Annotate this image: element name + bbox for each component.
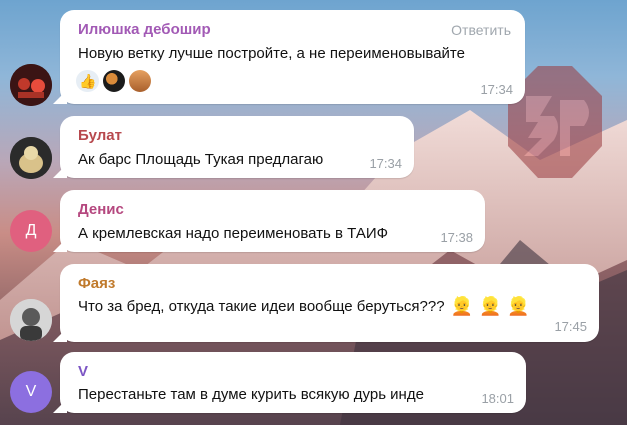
message-sender[interactable]: Илюшка дебошир bbox=[78, 21, 211, 38]
message-text: А кремлевская надо переименовать в ТАИФ bbox=[78, 225, 389, 242]
message-time: 18:01 bbox=[481, 391, 514, 406]
message-sender[interactable]: Фаяз bbox=[78, 275, 115, 292]
reactions-row[interactable]: 👍 bbox=[76, 70, 152, 92]
message-bubble[interactable]: Илюшка дебошир Ответить Новую ветку лучш… bbox=[60, 10, 525, 104]
message-bubble[interactable]: Фаяз Что за бред, откуда такие идеи вооб… bbox=[60, 264, 599, 342]
message-text: Новую ветку лучше постройте, а не переим… bbox=[78, 45, 465, 62]
message-time: 17:34 bbox=[480, 82, 513, 97]
avatar[interactable] bbox=[10, 137, 52, 179]
message-time: 17:34 bbox=[369, 156, 402, 171]
avatar-image-icon bbox=[10, 64, 52, 106]
avatar[interactable]: Д bbox=[10, 210, 52, 252]
avatar-letter: Д bbox=[25, 222, 37, 239]
message-text: Ак барс Площадь Тукая предлагаю bbox=[78, 151, 324, 168]
message-text: Что за бред, откуда такие идеи вообще бе… bbox=[78, 296, 530, 317]
message-sender[interactable]: Денис bbox=[78, 201, 124, 218]
avatar[interactable] bbox=[10, 299, 52, 341]
person-blond-icon: 👱 bbox=[507, 296, 530, 316]
avatar-image-icon bbox=[10, 299, 52, 341]
avatar[interactable]: V bbox=[10, 371, 52, 413]
message-bubble[interactable]: Денис А кремлевская надо переименовать в… bbox=[60, 190, 485, 252]
message-text: Перестаньте там в думе курить всякую дур… bbox=[78, 386, 424, 403]
reaction-avatar bbox=[103, 70, 126, 92]
message-time: 17:45 bbox=[554, 319, 587, 334]
person-blond-icon: 👱 bbox=[450, 296, 473, 316]
avatar-letter: V bbox=[25, 383, 37, 400]
reaction-avatar bbox=[129, 70, 152, 92]
message-body: Что за бред, откуда такие идеи вообще бе… bbox=[78, 298, 445, 315]
avatar-image-icon bbox=[10, 137, 52, 179]
message-bubble[interactable]: V Перестаньте там в думе курить всякую д… bbox=[60, 352, 526, 413]
thumbs-up-reaction[interactable]: 👍 bbox=[76, 70, 100, 92]
thumbs-up-icon: 👍 bbox=[79, 72, 97, 89]
message-time: 17:38 bbox=[440, 230, 473, 245]
reply-link[interactable]: Ответить bbox=[451, 22, 511, 38]
person-blond-icon: 👱 bbox=[478, 296, 502, 316]
avatar[interactable] bbox=[10, 64, 52, 106]
message-sender[interactable]: Булат bbox=[78, 127, 122, 144]
message-sender[interactable]: V bbox=[78, 363, 88, 380]
message-bubble[interactable]: Булат Ак барс Площадь Тукая предлагаю 17… bbox=[60, 116, 414, 178]
